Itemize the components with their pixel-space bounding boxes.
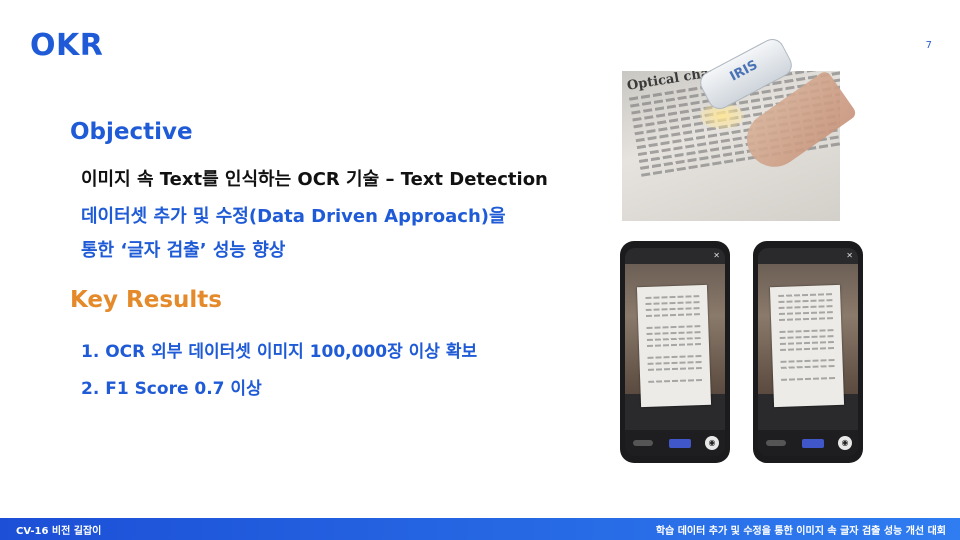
phone-mockup-1: ✕ ◉ — [620, 241, 730, 463]
footer-competition-title: 학습 데이터 추가 및 수정을 통한 이미지 속 글자 검출 성능 개선 대회 — [655, 526, 946, 537]
capture-mode-button[interactable] — [802, 439, 824, 448]
key-result-item-1: 1. OCR 외부 데이터셋 이미지 100,000장 이상 확보 — [81, 342, 478, 362]
camera-preview-1 — [625, 264, 725, 408]
page-number: 7 — [925, 40, 932, 51]
key-result-item-2: 2. F1 Score 0.7 이상 — [81, 379, 262, 399]
capture-mode-button[interactable] — [669, 439, 691, 448]
camera-icon[interactable]: ◉ — [838, 436, 852, 450]
objective-line-3: 통한 ‘글자 검출’ 성능 향상 — [81, 240, 286, 261]
flash-toggle[interactable] — [633, 440, 653, 446]
slide-title: OKR — [30, 28, 104, 63]
footer-bar: CV-16 비전 길잡이 학습 데이터 추가 및 수정을 통한 이미지 속 글자… — [0, 518, 960, 540]
camera-controls-1: ◉ — [625, 430, 725, 456]
close-icon: ✕ — [846, 251, 853, 260]
flash-toggle[interactable] — [766, 440, 786, 446]
phone-screen-1: ✕ ◉ — [625, 248, 725, 456]
phone-screen-2: ✕ ◉ — [758, 248, 858, 456]
scanner-brand-label: IRIS — [727, 57, 761, 85]
scanned-paper-1 — [636, 284, 712, 408]
objective-line-2: 데이터셋 추가 및 수정(Data Driven Approach)을 — [81, 206, 506, 227]
scanned-paper-2 — [769, 284, 845, 408]
key-results-heading: Key Results — [70, 287, 222, 313]
phone-mockup-2: ✕ ◉ — [753, 241, 863, 463]
footer-team-name: CV-16 비전 길잡이 — [16, 526, 102, 537]
objective-heading: Objective — [70, 119, 193, 145]
camera-preview-2 — [758, 264, 858, 408]
close-icon: ✕ — [713, 251, 720, 260]
objective-line-1: 이미지 속 Text를 인식하는 OCR 기술 – Text Detection — [81, 169, 548, 190]
camera-controls-2: ◉ — [758, 430, 858, 456]
camera-icon[interactable]: ◉ — [705, 436, 719, 450]
